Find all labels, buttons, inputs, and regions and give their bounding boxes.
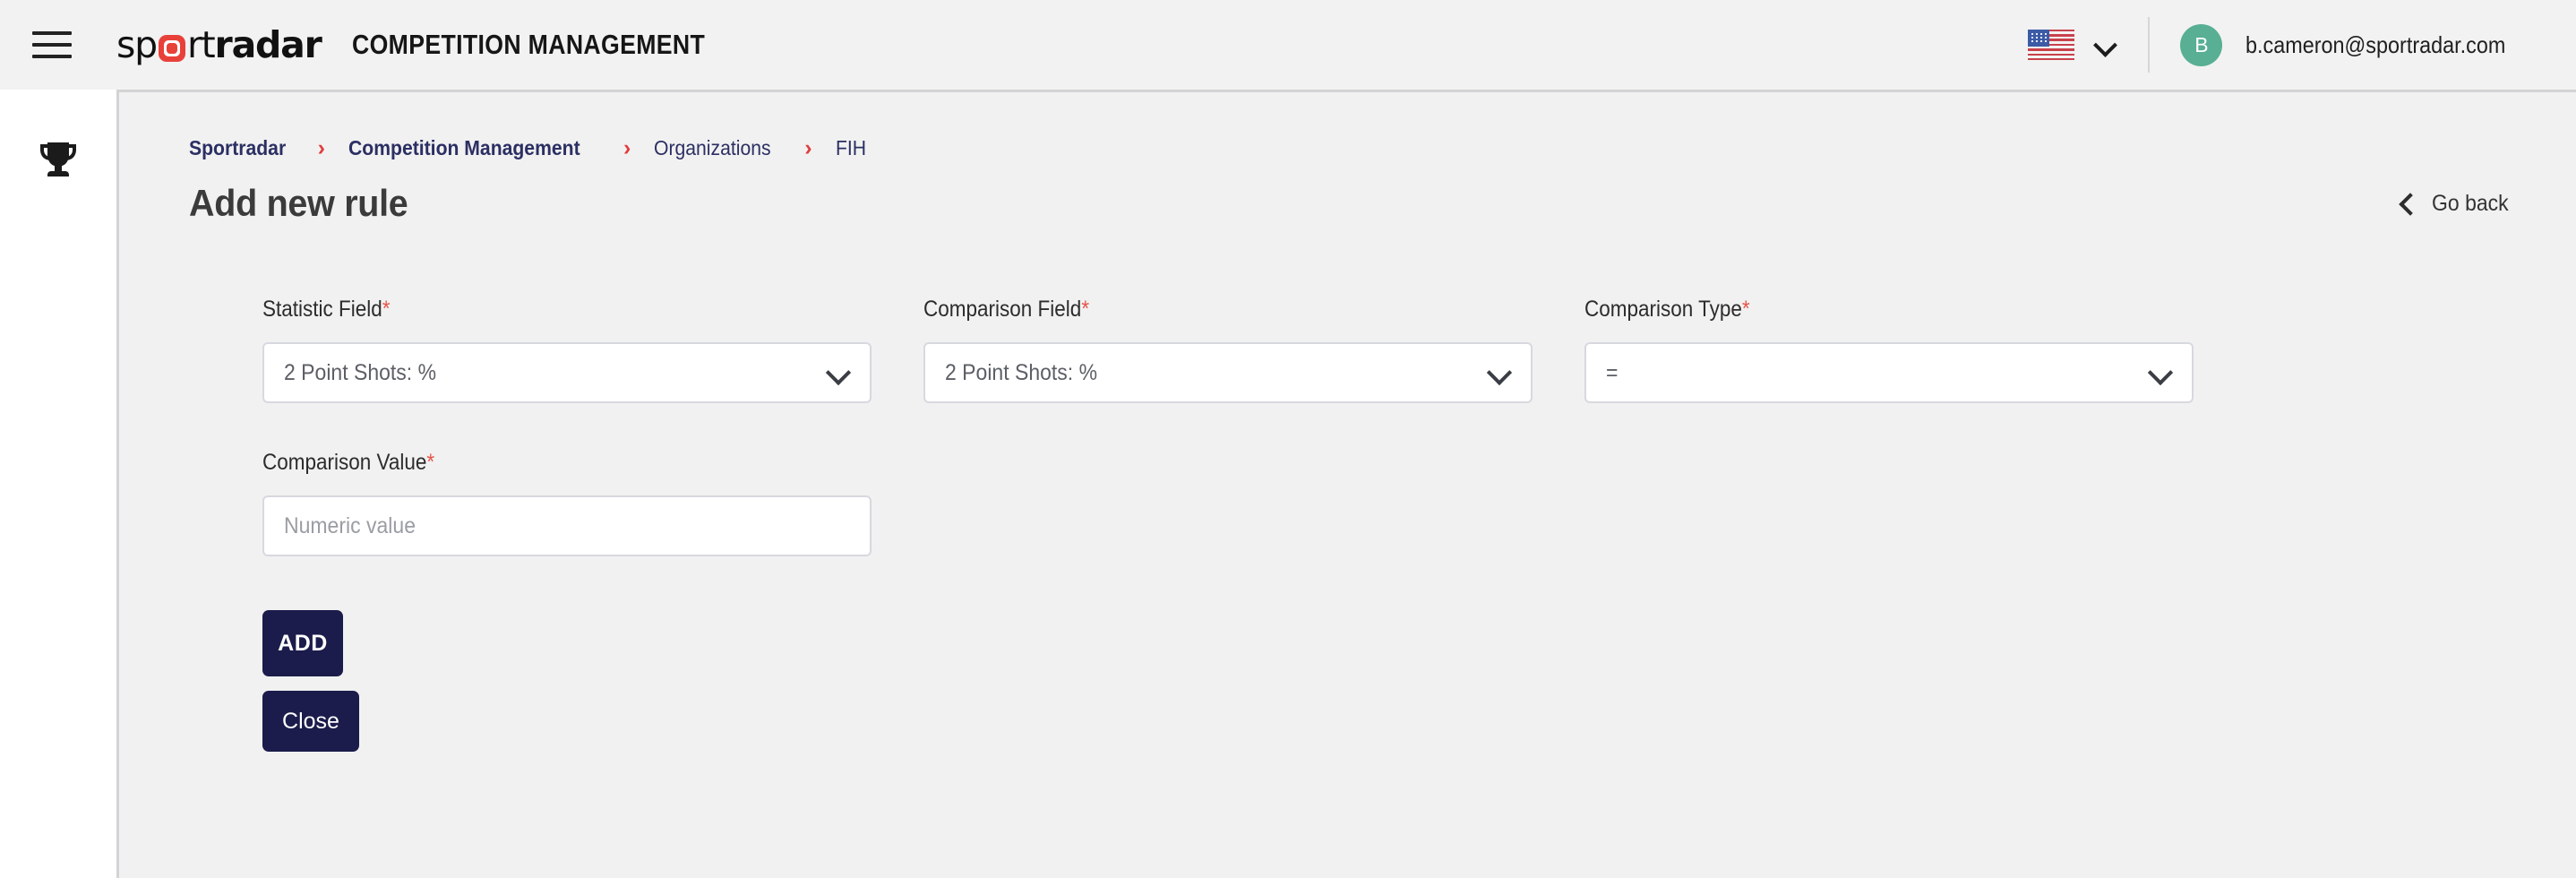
hamburger-bar-1 <box>32 31 72 35</box>
field-comparison-type: Comparison Type* = <box>1584 297 2194 403</box>
logo-text-radar: radar <box>214 22 322 66</box>
sidebar <box>0 90 116 878</box>
logo-text-sp: sp <box>116 22 158 66</box>
hamburger-menu-icon[interactable] <box>32 26 81 64</box>
comparison-value-label: Comparison Value* <box>262 450 435 475</box>
breadcrumb-item-fih[interactable]: FIH <box>836 136 866 160</box>
chevron-down-icon <box>1488 361 1511 384</box>
required-marker: * <box>426 450 435 475</box>
sportradar-wordmark: sp rt radar <box>116 22 322 66</box>
comparison-field-label: Comparison Field* <box>923 297 1090 322</box>
chevron-down-icon <box>2149 361 2172 384</box>
form-row-2: Comparison Value* Numeric value <box>262 450 2576 556</box>
add-rule-form: Statistic Field* 2 Point Shots: % Compar… <box>262 297 2576 752</box>
go-back-link[interactable]: Go back <box>2398 191 2515 217</box>
breadcrumb: Sportradar › Competition Management › Or… <box>189 130 2576 166</box>
chevron-left-icon <box>2398 194 2416 212</box>
breadcrumb-separator-icon: › <box>317 134 325 160</box>
breadcrumb-item-organizations[interactable]: Organizations <box>654 136 771 160</box>
logo-text-rt: rt <box>187 22 216 66</box>
chevron-down-icon <box>2094 33 2117 56</box>
breadcrumb-separator-icon: › <box>804 134 812 160</box>
field-comparison-field: Comparison Field* 2 Point Shots: % <box>923 297 1533 403</box>
field-comparison-value: Comparison Value* Numeric value <box>262 450 872 556</box>
sidebar-item-competitions[interactable] <box>30 133 86 188</box>
comparison-type-select[interactable]: = <box>1584 342 2194 403</box>
comparison-type-label: Comparison Type* <box>1584 297 1750 322</box>
comparison-value-input[interactable]: Numeric value <box>284 513 416 539</box>
page-title-row: Add new rule Go back <box>189 182 2576 225</box>
required-marker: * <box>1741 297 1750 322</box>
field-statistic-field: Statistic Field* 2 Point Shots: % <box>262 297 872 403</box>
close-button[interactable]: Close <box>262 691 359 752</box>
app-header: sp rt radar COMPETITION MANAGEMENT B b.c… <box>0 0 2576 90</box>
brand-logo[interactable]: sp rt radar COMPETITION MANAGEMENT <box>116 22 762 66</box>
breadcrumb-separator-icon: › <box>623 134 631 160</box>
breadcrumb-item-sportradar[interactable]: Sportradar <box>189 136 286 160</box>
page-title: Add new rule <box>189 182 408 224</box>
language-selector[interactable] <box>2028 29 2148 61</box>
statistic-field-select[interactable]: 2 Point Shots: % <box>262 342 872 403</box>
comparison-field-select[interactable]: 2 Point Shots: % <box>923 342 1533 403</box>
hamburger-bar-2 <box>32 43 72 47</box>
breadcrumb-item-competition-management[interactable]: Competition Management <box>348 136 580 160</box>
add-button[interactable]: ADD <box>262 610 343 676</box>
required-marker: * <box>1081 297 1090 322</box>
user-email-label: b.cameron@sportradar.com <box>2245 30 2506 58</box>
app-title: COMPETITION MANAGEMENT <box>351 29 705 60</box>
form-actions: ADD Close <box>262 610 2576 752</box>
header-right-cluster: B b.cameron@sportradar.com <box>2028 0 2576 90</box>
form-row-1: Statistic Field* 2 Point Shots: % Compar… <box>262 297 2576 403</box>
trophy-icon <box>40 142 76 176</box>
statistic-field-label: Statistic Field* <box>262 297 391 322</box>
us-flag-icon <box>2028 29 2075 61</box>
avatar: B <box>2180 23 2223 66</box>
hamburger-bar-3 <box>32 55 72 58</box>
comparison-value-input-wrapper[interactable]: Numeric value <box>262 495 872 556</box>
user-account-menu[interactable]: B b.cameron@sportradar.com <box>2150 23 2576 66</box>
comparison-field-value: 2 Point Shots: % <box>945 359 1098 385</box>
chevron-down-icon <box>827 361 850 384</box>
go-back-label: Go back <box>2431 190 2509 216</box>
main-content: Sportradar › Competition Management › Or… <box>116 90 2576 878</box>
logo-o-icon <box>159 35 185 62</box>
comparison-type-value: = <box>1606 359 1619 385</box>
statistic-field-value: 2 Point Shots: % <box>284 359 437 385</box>
required-marker: * <box>382 297 391 322</box>
